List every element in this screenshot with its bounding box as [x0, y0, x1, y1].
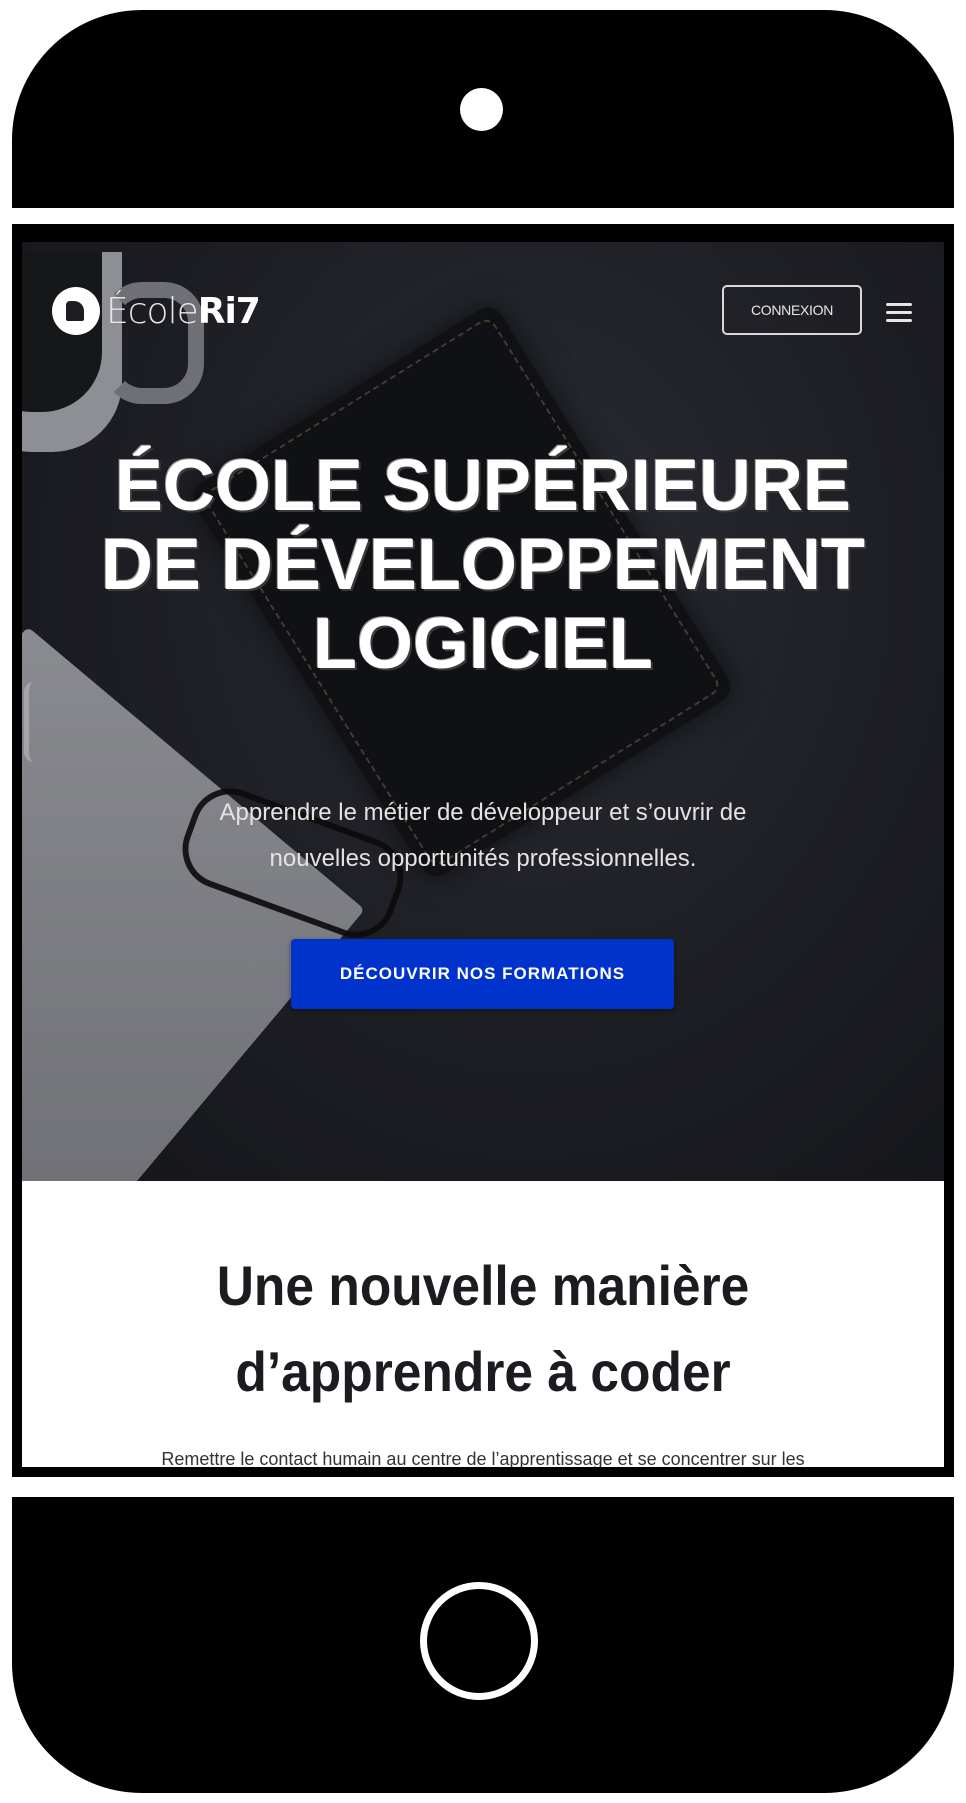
home-button[interactable]	[420, 1582, 538, 1700]
notepad-rings-decoration	[24, 682, 69, 762]
hero-title: ÉCOLE SUPÉRIEURE DE DÉVELOPPEMENT LOGICI…	[100, 446, 866, 684]
logo-text-bold: Ri7	[197, 290, 261, 332]
intro-section: Une nouvelle manière d’apprendre à coder…	[22, 1181, 944, 1467]
login-button[interactable]: CONNEXION	[722, 285, 862, 335]
hero-subtitle: Apprendre le métier de développeur et s’…	[219, 799, 747, 872]
camera-icon	[460, 88, 503, 131]
section-title: Une nouvelle manière d’apprendre à coder	[216, 1254, 750, 1403]
logo-text: ÉcoleRi7	[106, 290, 261, 332]
section-text: Remettre le contact humain au centre de …	[161, 1449, 805, 1467]
menu-icon[interactable]	[886, 303, 912, 323]
logo[interactable]: ÉcoleRi7	[52, 287, 261, 335]
logo-icon	[52, 287, 100, 335]
discover-formations-button[interactable]: DÉCOUVRIR NOS FORMATIONS	[291, 939, 674, 1009]
phone-screen: ÉcoleRi7 CONNEXION ÉCOLE SUPÉRIEURE DE D…	[22, 242, 944, 1467]
logo-text-light: École	[106, 290, 199, 332]
hero-section: ÉcoleRi7 CONNEXION ÉCOLE SUPÉRIEURE DE D…	[22, 242, 944, 1181]
